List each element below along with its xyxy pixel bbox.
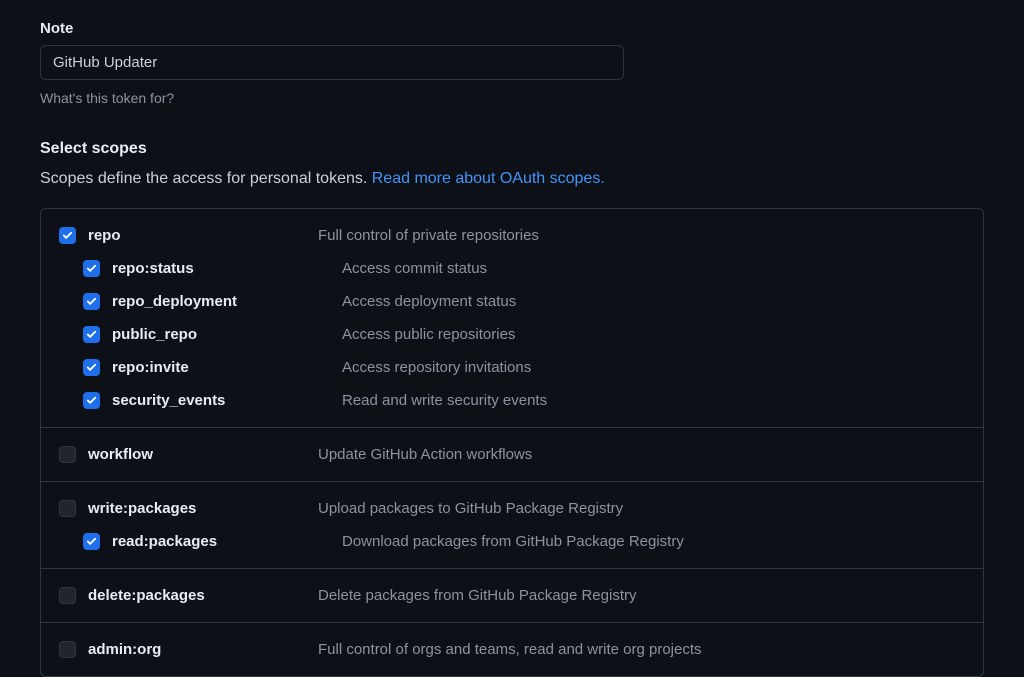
scope-checkbox[interactable] [59,500,76,517]
scope-row: public_repoAccess public repositories [59,322,965,347]
scope-row: workflowUpdate GitHub Action workflows [59,442,965,467]
scope-checkbox[interactable] [59,641,76,658]
scope-checkbox[interactable] [83,293,100,310]
note-label: Note [40,20,984,37]
scope-name: security_events [112,392,342,409]
scopes-desc-text: Scopes define the access for personal to… [40,170,372,187]
scope-checkbox[interactable] [83,260,100,277]
scope-group: delete:packagesDelete packages from GitH… [41,569,983,623]
scope-row: write:packagesUpload packages to GitHub … [59,496,965,521]
scope-row: repo:inviteAccess repository invitations [59,355,965,380]
scope-name: read:packages [112,533,342,550]
scope-description: Read and write security events [342,392,547,409]
scope-row: repo:statusAccess commit status [59,256,965,281]
scope-name: public_repo [112,326,342,343]
oauth-scopes-link[interactable]: Read more about OAuth scopes. [372,170,605,187]
scope-description: Full control of orgs and teams, read and… [318,641,702,658]
scopes-description: Scopes define the access for personal to… [40,170,984,188]
scope-description: Update GitHub Action workflows [318,446,532,463]
scope-description: Access public repositories [342,326,515,343]
note-hint: What's this token for? [40,90,984,106]
scope-description: Access repository invitations [342,359,531,376]
scope-row: admin:orgFull control of orgs and teams,… [59,637,965,662]
scope-group: write:packagesUpload packages to GitHub … [41,482,983,569]
scope-description: Access deployment status [342,293,516,310]
scope-description: Full control of private repositories [318,227,539,244]
scope-checkbox[interactable] [83,326,100,343]
scope-name: repo:status [112,260,342,277]
scope-description: Delete packages from GitHub Package Regi… [318,587,636,604]
scope-checkbox[interactable] [83,359,100,376]
scope-checkbox[interactable] [59,227,76,244]
scope-row: repoFull control of private repositories [59,223,965,248]
scope-name: repo_deployment [112,293,342,310]
scopes-heading: Select scopes [40,140,984,158]
scope-group: repoFull control of private repositories… [41,209,983,428]
scope-group: workflowUpdate GitHub Action workflows [41,428,983,482]
note-input[interactable] [40,45,624,80]
scope-checkbox[interactable] [83,533,100,550]
scope-description: Upload packages to GitHub Package Regist… [318,500,623,517]
scope-name: write:packages [88,500,318,517]
scope-name: repo:invite [112,359,342,376]
scope-checkbox[interactable] [59,587,76,604]
scope-checkbox[interactable] [59,446,76,463]
scope-group: admin:orgFull control of orgs and teams,… [41,623,983,676]
scope-row: delete:packagesDelete packages from GitH… [59,583,965,608]
scopes-table: repoFull control of private repositories… [40,208,984,677]
scope-row: security_eventsRead and write security e… [59,388,965,413]
scope-name: admin:org [88,641,318,658]
scope-name: delete:packages [88,587,318,604]
scope-checkbox[interactable] [83,392,100,409]
scope-description: Access commit status [342,260,487,277]
scope-description: Download packages from GitHub Package Re… [342,533,684,550]
scope-row: repo_deploymentAccess deployment status [59,289,965,314]
scope-name: workflow [88,446,318,463]
scope-name: repo [88,227,318,244]
scope-row: read:packagesDownload packages from GitH… [59,529,965,554]
